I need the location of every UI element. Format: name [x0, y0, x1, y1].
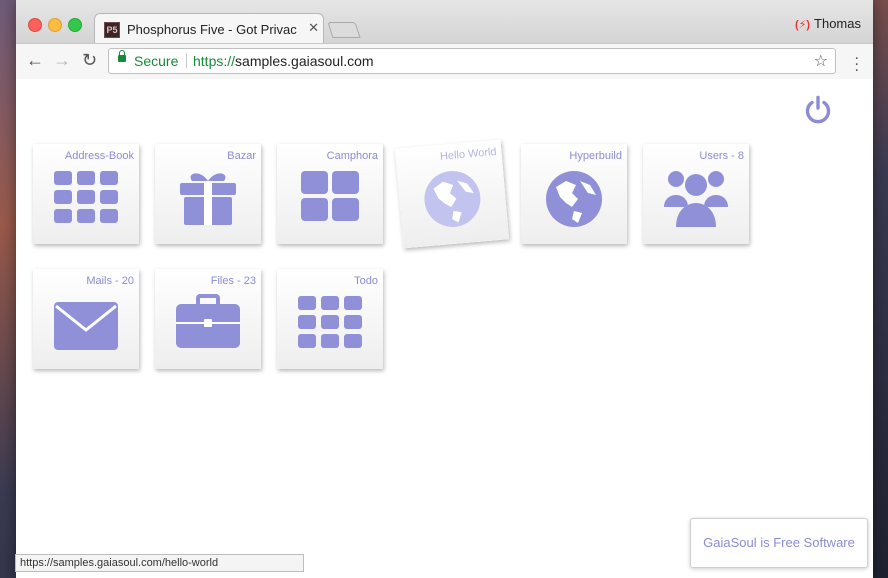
url-scheme: https://: [193, 53, 236, 69]
url-host: samples.gaiasoul.com: [235, 53, 374, 69]
envelope-icon: [54, 302, 118, 350]
tab-active[interactable]: P5 Phosphorus Five - Got Privacy ✕: [94, 13, 324, 44]
app-tile-users[interactable]: Users - 8: [643, 144, 749, 244]
free-software-button[interactable]: GaiaSoul is Free Software: [690, 518, 868, 568]
address-bar[interactable]: Secure https://samples.gaiasoul.com ☆: [108, 48, 836, 74]
new-tab-button[interactable]: [327, 22, 361, 38]
app-tile-mails[interactable]: Mails - 20: [33, 269, 139, 369]
grid-icon: [54, 171, 118, 223]
tile-label: Hello World: [439, 145, 498, 163]
tile-label: Mails - 20: [86, 275, 134, 287]
browser-window: P5 Phosphorus Five - Got Privacy ✕ (⚡) Th…: [16, 0, 873, 578]
app-tile-todo[interactable]: Todo: [277, 269, 383, 369]
app-tile-hyperbuild[interactable]: Hyperbuild: [521, 144, 627, 244]
favicon-icon: P5: [104, 22, 120, 38]
globe-icon: [546, 171, 602, 227]
users-icon: [664, 171, 728, 227]
url-text[interactable]: https://samples.gaiasoul.com: [193, 53, 374, 69]
profile-button[interactable]: (⚡) Thomas: [795, 16, 861, 31]
toolbar: ← → ↻ Secure https://samples.gaiasoul.co…: [16, 43, 873, 80]
app-tile-bazar[interactable]: Bazar: [155, 144, 261, 244]
browser-menu-icon[interactable]: ...: [855, 47, 859, 75]
gift-icon: [180, 173, 236, 225]
power-icon[interactable]: [803, 95, 833, 125]
app-tile-address-book[interactable]: Address-Book: [33, 144, 139, 244]
tile-label: Camphora: [326, 150, 378, 162]
sync-icon: (⚡): [794, 19, 811, 31]
tile-label: Bazar: [227, 150, 256, 162]
reload-icon[interactable]: ↻: [82, 50, 97, 71]
grid-icon: [298, 296, 362, 348]
omnibox-divider: [186, 53, 187, 68]
secure-label: Secure: [134, 53, 179, 69]
tile-label: Files - 23: [210, 275, 256, 287]
tile-label: Address-Book: [64, 150, 134, 162]
app-tile-files[interactable]: Files - 23: [155, 269, 261, 369]
tab-close-icon[interactable]: ✕: [308, 20, 319, 36]
tile-label: Todo: [354, 275, 378, 287]
large-grid-icon: [301, 171, 359, 221]
tab-bar: P5 Phosphorus Five - Got Privacy ✕ (⚡) Th…: [16, 0, 873, 44]
lock-icon: [118, 50, 126, 62]
back-arrow-icon[interactable]: ←: [26, 50, 44, 71]
bookmark-star-icon[interactable]: ☆: [814, 51, 828, 71]
app-tile-camphora[interactable]: Camphora: [277, 144, 383, 244]
window-close-button[interactable]: [28, 18, 42, 32]
tile-label: Hyperbuild: [569, 150, 622, 162]
forward-arrow-icon[interactable]: →: [53, 50, 71, 71]
profile-name: Thomas: [814, 16, 861, 31]
tab-title: Phosphorus Five - Got Privacy: [127, 22, 297, 37]
tile-label: Users - 8: [699, 150, 744, 162]
window-minimize-button[interactable]: [48, 18, 62, 32]
briefcase-icon: [176, 294, 240, 348]
globe-icon: [424, 170, 481, 227]
app-tile-hello-world[interactable]: Hello World: [394, 139, 510, 249]
status-url-bar: https://samples.gaiasoul.com/hello-world: [15, 554, 304, 572]
window-maximize-button[interactable]: [68, 18, 82, 32]
